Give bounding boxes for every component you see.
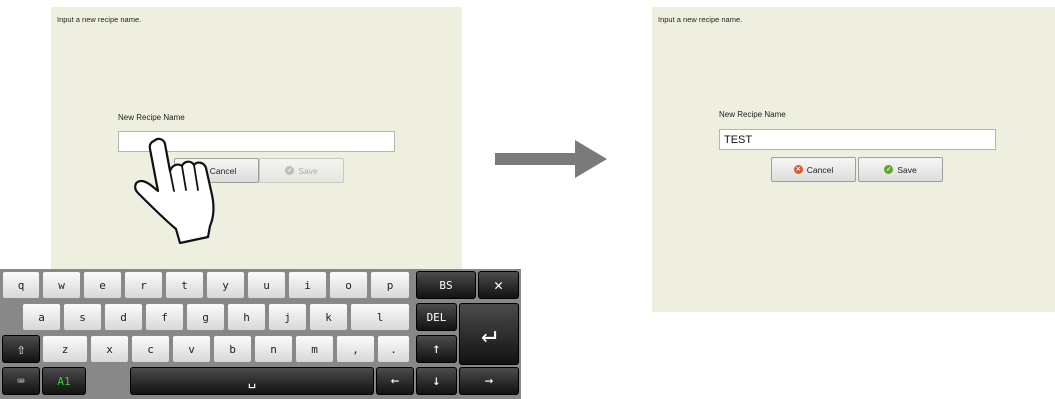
key-w[interactable]: w bbox=[42, 271, 81, 299]
key-e[interactable]: e bbox=[83, 271, 122, 299]
save-icon: ✓ bbox=[884, 165, 894, 174]
key-s[interactable]: s bbox=[63, 303, 102, 331]
space-key[interactable]: ␣ bbox=[130, 367, 374, 395]
save-icon: ✓ bbox=[285, 166, 295, 175]
key-i[interactable]: i bbox=[288, 271, 327, 299]
save-button[interactable]: ✓ Save bbox=[858, 157, 943, 182]
key-q[interactable]: q bbox=[2, 271, 40, 299]
key-x[interactable]: x bbox=[90, 335, 129, 363]
key-l[interactable]: l bbox=[350, 303, 410, 331]
input-mode-key[interactable]: A1 bbox=[42, 367, 86, 395]
key-g[interactable]: g bbox=[186, 303, 225, 331]
down-arrow-key[interactable]: ↓ bbox=[416, 367, 457, 395]
left-arrow-key[interactable]: ← bbox=[376, 367, 414, 395]
key-period[interactable]: . bbox=[377, 335, 410, 363]
key-b[interactable]: b bbox=[213, 335, 252, 363]
key-d[interactable]: d bbox=[104, 303, 143, 331]
tap-hand-icon bbox=[134, 137, 215, 245]
key-c[interactable]: c bbox=[131, 335, 170, 363]
key-f[interactable]: f bbox=[145, 303, 184, 331]
right-arrow-key[interactable]: → bbox=[459, 367, 519, 395]
recipe-dialog-after: Input a new recipe name. New Recipe Name… bbox=[652, 7, 1055, 312]
cancel-label: Cancel bbox=[806, 164, 834, 175]
key-a[interactable]: a bbox=[22, 303, 61, 331]
key-k[interactable]: k bbox=[309, 303, 348, 331]
instruction-text: Input a new recipe name. bbox=[57, 15, 142, 24]
on-screen-keyboard: q w e r t y u i o p BS ✕ a s d f g h j k… bbox=[0, 269, 521, 399]
key-n[interactable]: n bbox=[254, 335, 293, 363]
key-r[interactable]: r bbox=[124, 271, 163, 299]
key-z[interactable]: z bbox=[42, 335, 88, 363]
key-v[interactable]: v bbox=[172, 335, 211, 363]
enter-key[interactable]: ↵ bbox=[459, 303, 519, 365]
save-button[interactable]: ✓ Save bbox=[259, 158, 344, 183]
key-comma[interactable]: , bbox=[336, 335, 375, 363]
close-keyboard-key[interactable]: ✕ bbox=[478, 271, 519, 299]
cancel-button[interactable]: ✕ Cancel bbox=[771, 157, 856, 182]
delete-key[interactable]: DEL bbox=[416, 303, 457, 331]
key-t[interactable]: t bbox=[165, 271, 204, 299]
cancel-icon: ✕ bbox=[793, 165, 803, 174]
key-p[interactable]: p bbox=[370, 271, 410, 299]
up-arrow-key[interactable]: ↑ bbox=[416, 335, 457, 363]
recipe-dialog-before: Input a new recipe name. New Recipe Name… bbox=[51, 7, 462, 305]
save-label: Save bbox=[298, 165, 318, 176]
recipe-name-label: New Recipe Name bbox=[118, 113, 185, 122]
key-o[interactable]: o bbox=[329, 271, 368, 299]
key-u[interactable]: u bbox=[247, 271, 286, 299]
backspace-key[interactable]: BS bbox=[416, 271, 476, 299]
key-h[interactable]: h bbox=[227, 303, 266, 331]
recipe-name-input[interactable]: TEST bbox=[719, 129, 996, 150]
instruction-text: Input a new recipe name. bbox=[658, 15, 743, 24]
key-m[interactable]: m bbox=[295, 335, 334, 363]
keyboard-toggle-key[interactable]: ⌨ bbox=[2, 367, 40, 395]
transition-arrow-icon bbox=[495, 140, 607, 178]
key-j[interactable]: j bbox=[268, 303, 307, 331]
shift-key[interactable]: ⇧ bbox=[2, 335, 40, 363]
save-label: Save bbox=[897, 164, 917, 175]
key-y[interactable]: y bbox=[206, 271, 245, 299]
recipe-name-label: New Recipe Name bbox=[719, 110, 786, 119]
